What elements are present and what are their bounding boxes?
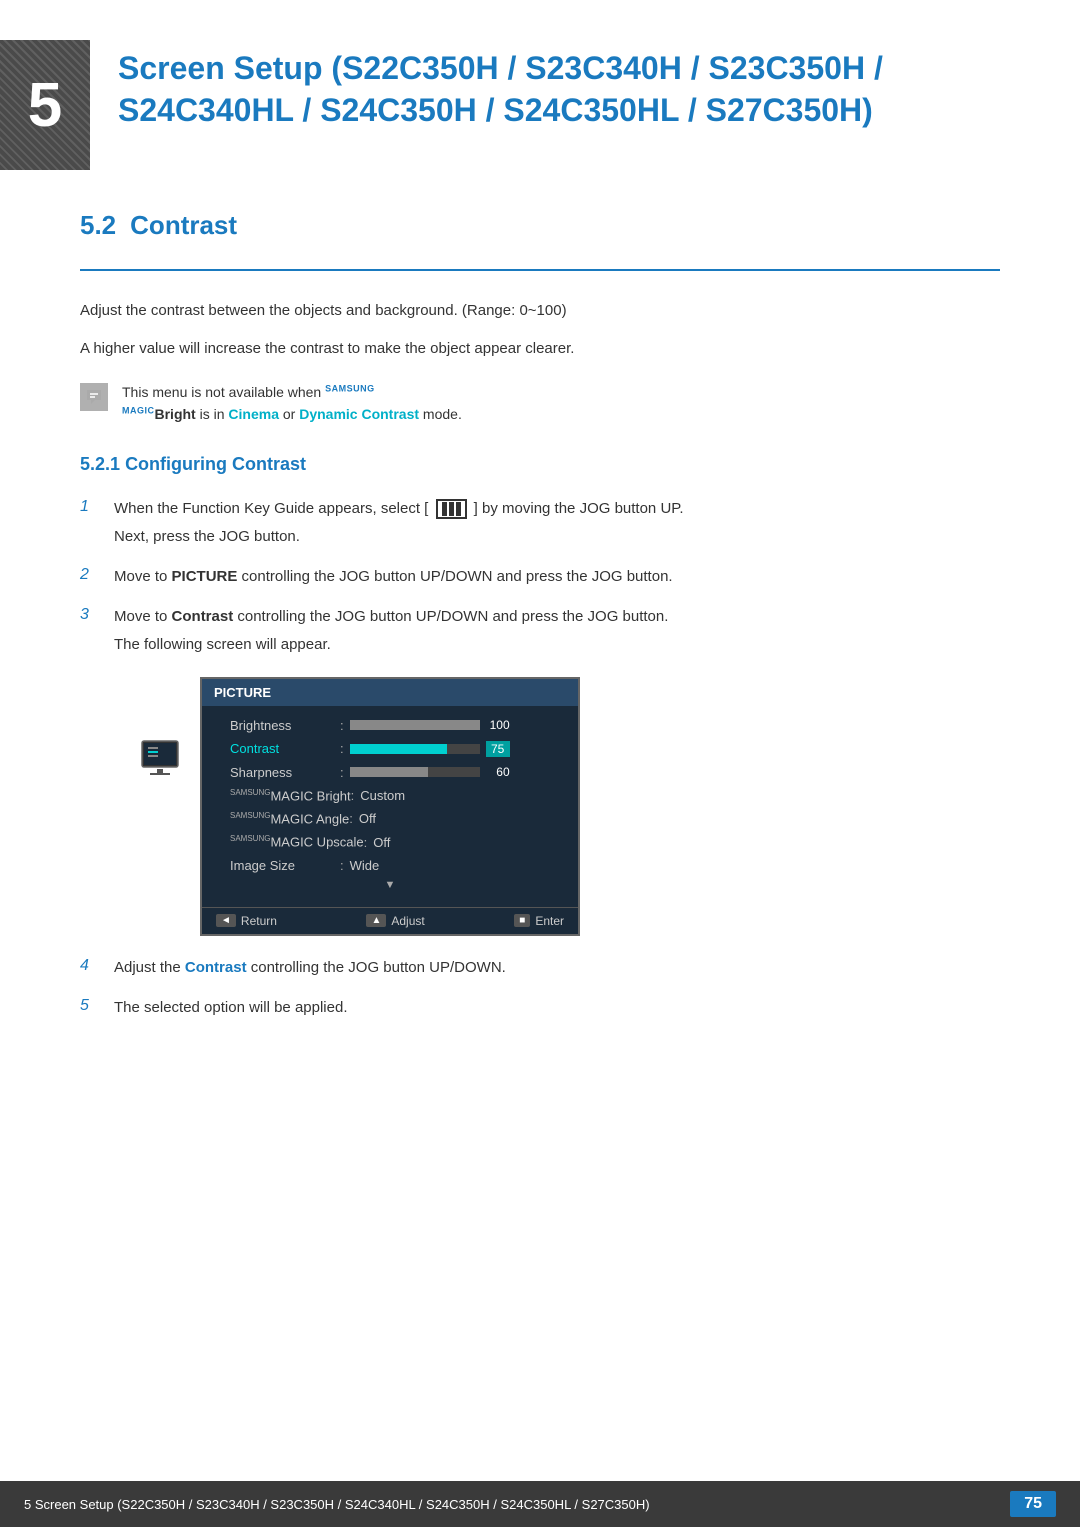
section-number: 5.2 xyxy=(80,210,116,241)
step-1-text: When the Function Key Guide appears, sel… xyxy=(114,497,684,549)
step-3-text: Move to Contrast controlling the JOG but… xyxy=(114,605,668,657)
subsection-title: Configuring Contrast xyxy=(125,454,306,474)
step-2-text: Move to PICTURE controlling the JOG butt… xyxy=(114,565,673,589)
contrast-label: Contrast xyxy=(230,741,340,756)
section-heading: 5.2 Contrast xyxy=(80,210,1000,241)
chapter-header: 5 Screen Setup (S22C350H / S23C340H / S2… xyxy=(0,40,1000,170)
step-1-sub: Next, press the JOG button. xyxy=(114,525,684,549)
magic-angle-value: Off xyxy=(359,811,376,826)
footer-page-number: 75 xyxy=(1010,1491,1056,1517)
scroll-indicator: ▼ xyxy=(202,877,578,893)
sharpness-fill xyxy=(350,767,428,777)
section-title: Contrast xyxy=(130,210,237,241)
screen-header: PICTURE xyxy=(202,679,578,706)
sharpness-label: Sharpness xyxy=(230,765,340,780)
screen-row-contrast: Contrast : 75 xyxy=(202,737,578,761)
note-text: This menu is not available when SAMSUNGM… xyxy=(122,381,462,426)
section-divider xyxy=(80,269,1000,271)
monitor-icon-area xyxy=(140,737,180,777)
note-icon xyxy=(80,383,108,411)
picture-bold: PICTURE xyxy=(172,568,238,585)
footer-text: 5 Screen Setup (S22C350H / S23C340H / S2… xyxy=(24,1497,650,1512)
step-5-number: 5 xyxy=(80,996,98,1015)
step-1: 1 When the Function Key Guide appears, s… xyxy=(80,497,1000,549)
chapter-title: Screen Setup (S22C350H / S23C340H / S23C… xyxy=(118,40,1000,131)
steps-list-2: 4 Adjust the Contrast controlling the JO… xyxy=(80,956,1000,1020)
screen-row-image-size: Image Size : Wide xyxy=(202,854,578,877)
magic-bright-value: Custom xyxy=(360,788,405,803)
sharpness-bar: 60 xyxy=(350,765,510,779)
screen-row-brightness: Brightness : 100 xyxy=(202,714,578,737)
footer-adjust: ▲ Adjust xyxy=(366,914,424,928)
brightness-bar: 100 xyxy=(350,718,510,732)
screen-row-magic-upscale: SAMSUNGMAGIC Upscale : Off xyxy=(202,830,578,853)
return-label: Return xyxy=(241,914,277,928)
description-1: Adjust the contrast between the objects … xyxy=(80,299,1000,323)
step-4: 4 Adjust the Contrast controlling the JO… xyxy=(80,956,1000,980)
note-box: This menu is not available when SAMSUNGM… xyxy=(80,381,1000,426)
description-2: A higher value will increase the contras… xyxy=(80,337,1000,361)
screen-row-magic-bright: SAMSUNGMAGIC Bright : Custom xyxy=(202,784,578,807)
step-2-number: 2 xyxy=(80,565,98,584)
adjust-label: Adjust xyxy=(391,914,424,928)
jog-icon xyxy=(436,499,467,519)
contrast-bold-3: Contrast xyxy=(172,608,234,625)
enter-icon: ■ xyxy=(514,914,530,927)
screen-row-sharpness: Sharpness : 60 xyxy=(202,761,578,784)
page-footer: 5 Screen Setup (S22C350H / S23C340H / S2… xyxy=(0,1481,1080,1527)
magic-upscale-value: Off xyxy=(373,835,390,850)
cinema-label: Cinema xyxy=(228,406,279,422)
step-1-number: 1 xyxy=(80,497,98,516)
magic-angle-label: SAMSUNGMAGIC Angle xyxy=(230,811,349,826)
step-5-text: The selected option will be applied. xyxy=(114,996,347,1020)
step-4-text: Adjust the Contrast controlling the JOG … xyxy=(114,956,506,980)
contrast-bar: 75 xyxy=(350,741,510,757)
screen-footer: ◄ Return ▲ Adjust ■ Enter xyxy=(202,907,578,934)
image-size-value: Wide xyxy=(350,858,380,873)
image-size-label: Image Size xyxy=(230,858,340,873)
magic-bright-label: SAMSUNGMAGIC Bright xyxy=(230,788,351,803)
steps-list: 1 When the Function Key Guide appears, s… xyxy=(80,497,1000,657)
return-icon: ◄ xyxy=(216,914,236,927)
adjust-icon: ▲ xyxy=(366,914,386,927)
footer-enter: ■ Enter xyxy=(514,914,564,928)
screen-row-magic-angle: SAMSUNGMAGIC Angle : Off xyxy=(202,807,578,830)
chapter-number: 5 xyxy=(28,70,62,141)
contrast-bold-4: Contrast xyxy=(185,959,247,976)
step-3-number: 3 xyxy=(80,605,98,624)
step-3-sub: The following screen will appear. xyxy=(114,633,668,657)
footer-return: ◄ Return xyxy=(216,914,277,928)
contrast-track xyxy=(350,744,480,754)
step-4-number: 4 xyxy=(80,956,98,975)
brightness-track xyxy=(350,720,480,730)
chapter-number-box: 5 xyxy=(0,40,90,170)
brightness-value: 100 xyxy=(486,718,510,732)
step-3: 3 Move to Contrast controlling the JOG b… xyxy=(80,605,1000,657)
subsection-heading: 5.2.1 Configuring Contrast xyxy=(80,454,1000,475)
dynamic-contrast-label: Dynamic Contrast xyxy=(299,406,419,422)
enter-label: Enter xyxy=(535,914,564,928)
screen-body: Brightness : 100 Contrast : xyxy=(202,706,578,901)
sharpness-track xyxy=(350,767,480,777)
monitor-icon xyxy=(140,737,180,777)
monitor-container: PICTURE Brightness : 100 Contrast xyxy=(140,677,1000,936)
step-5: 5 The selected option will be applied. xyxy=(80,996,1000,1020)
step-2: 2 Move to PICTURE controlling the JOG bu… xyxy=(80,565,1000,589)
screen-image: PICTURE Brightness : 100 Contrast xyxy=(200,677,580,936)
bright-label: Bright xyxy=(155,406,196,422)
contrast-value: 75 xyxy=(486,741,510,757)
magic-upscale-label: SAMSUNGMAGIC Upscale xyxy=(230,834,364,849)
brightness-fill xyxy=(350,720,480,730)
contrast-fill xyxy=(350,744,448,754)
subsection-number: 5.2.1 xyxy=(80,454,120,474)
brightness-label: Brightness xyxy=(230,718,340,733)
sharpness-value: 60 xyxy=(486,765,510,779)
